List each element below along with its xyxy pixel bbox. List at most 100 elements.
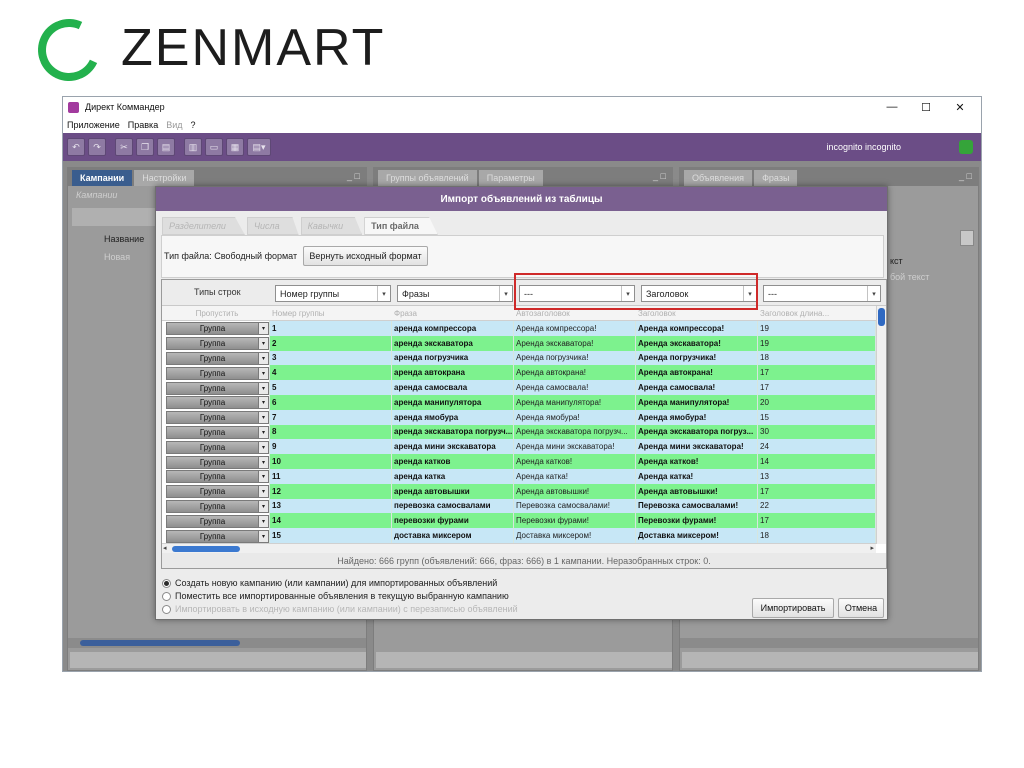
- table-row[interactable]: Группа ▾ 10 аренда катков Аренда катков! Арен…: [162, 454, 876, 469]
- row-type-value[interactable]: Группа: [166, 470, 260, 484]
- table-row[interactable]: Группа ▾ 5 аренда самосвала Аренда самосвала…: [162, 380, 876, 395]
- tab-numbers[interactable]: Числа: [246, 217, 299, 235]
- column-type-select-group[interactable]: Номер группы ▾: [275, 285, 391, 302]
- header-group-number[interactable]: Номер группы: [270, 306, 392, 321]
- table-row[interactable]: Группа ▾ 4 аренда автокрана Аренда автокрана…: [162, 365, 876, 381]
- menu-edit[interactable]: Правка: [128, 120, 158, 130]
- row-type-cell[interactable]: Группа ▾: [162, 335, 270, 351]
- row-type-value[interactable]: Группа: [166, 440, 260, 454]
- tab-ads[interactable]: Объявления: [684, 170, 753, 186]
- minimize-button[interactable]: —: [875, 97, 909, 117]
- revert-format-button[interactable]: Вернуть исходный формат: [303, 246, 428, 266]
- table-row[interactable]: Группа ▾ 7 аренда ямобура Аренда ямобура! Аре…: [162, 409, 876, 425]
- menu-app[interactable]: Приложение: [67, 120, 120, 130]
- option-current-campaign[interactable]: Поместить все импортированные объявления…: [162, 591, 509, 601]
- chevron-down-icon[interactable]: ▾: [259, 322, 269, 336]
- tab-ad-groups[interactable]: Группы объявлений: [378, 170, 477, 186]
- tab-settings[interactable]: Настройки: [134, 170, 195, 186]
- column-type-select-length[interactable]: --- ▾: [763, 285, 881, 302]
- table-row[interactable]: Группа ▾ 11 аренда катка Аренда катка! Аренда…: [162, 469, 876, 484]
- row-type-value[interactable]: Группа: [166, 455, 260, 469]
- radio-icon[interactable]: [162, 591, 171, 601]
- table-row[interactable]: Группа ▾ 6 аренда манипулятора Аренда манипу…: [162, 395, 876, 410]
- horizontal-scroll-thumb[interactable]: [172, 546, 240, 552]
- table-row[interactable]: Группа ▾ 14 перевозки фурами Перевозки фурам…: [162, 513, 876, 529]
- column-type-select-phrases[interactable]: Фразы ▾: [397, 285, 513, 302]
- table-icon[interactable]: ▦: [226, 138, 244, 156]
- radio-icon[interactable]: [162, 578, 171, 588]
- row-type-value[interactable]: Группа: [166, 499, 260, 513]
- option-new-campaign[interactable]: Создать новую кампанию (или кампании) дл…: [162, 578, 497, 588]
- panel-minimize-icon[interactable]: _ □: [959, 171, 972, 181]
- row-type-value[interactable]: Группа: [166, 381, 260, 395]
- scroll-right-icon[interactable]: ▸: [870, 544, 874, 552]
- panel-scroll-thumb[interactable]: [80, 640, 240, 646]
- vertical-scroll-thumb[interactable]: [878, 308, 885, 326]
- header-title-length[interactable]: Заголовок длина...: [758, 306, 876, 321]
- chevron-down-icon[interactable]: ▾: [259, 499, 269, 513]
- table-row[interactable]: Группа ▾ 1 аренда компрессора Аренда компрес…: [162, 321, 876, 336]
- table-row[interactable]: Группа ▾ 9 аренда мини экскаватора Аренда ми…: [162, 439, 876, 455]
- chevron-down-icon[interactable]: ▾: [259, 351, 269, 365]
- row-type-value[interactable]: Группа: [166, 322, 260, 336]
- chevron-down-icon[interactable]: ▾: [259, 411, 269, 425]
- chevron-down-icon[interactable]: ▾: [259, 485, 269, 499]
- row-type-value[interactable]: Группа: [166, 396, 260, 410]
- row-type-value[interactable]: Группа: [166, 411, 260, 425]
- row-type-value[interactable]: Группа: [166, 337, 260, 351]
- tab-campaigns[interactable]: Кампании: [72, 170, 133, 186]
- chevron-down-icon[interactable]: ▾: [259, 425, 269, 439]
- table-row[interactable]: Группа ▾ 12 аренда автовышки Аренда автовышк…: [162, 483, 876, 499]
- cancel-button[interactable]: Отмена: [838, 598, 884, 618]
- table-row[interactable]: Группа ▾ 13 перевозка самосвалами Перевозка …: [162, 498, 876, 514]
- tab-phrases[interactable]: Фразы: [754, 170, 798, 186]
- scroll-left-icon[interactable]: ◂: [163, 544, 167, 552]
- row-type-cell[interactable]: Группа ▾: [162, 409, 270, 425]
- import-button[interactable]: Импортировать: [752, 598, 834, 618]
- tab-file-type[interactable]: Тип файла: [364, 217, 438, 235]
- row-type-value[interactable]: Группа: [166, 485, 260, 499]
- tab-separators[interactable]: Разделители: [162, 217, 245, 235]
- row-type-cell[interactable]: Группа ▾: [162, 469, 270, 484]
- table-row[interactable]: Группа ▾ 8 аренда экскаватора погрузч... Аре…: [162, 424, 876, 440]
- chevron-down-icon[interactable]: ▾: [259, 396, 269, 410]
- row-type-value[interactable]: Группа: [166, 351, 260, 365]
- redo-icon[interactable]: ↷: [88, 138, 106, 156]
- chevron-down-icon[interactable]: ▾: [259, 337, 269, 351]
- tab-parameters[interactable]: Параметры: [478, 170, 543, 186]
- chart-icon[interactable]: ▥: [184, 138, 202, 156]
- panel-minimize-icon[interactable]: _ □: [347, 171, 360, 181]
- chevron-down-icon[interactable]: ▾: [259, 514, 269, 528]
- row-type-value[interactable]: Группа: [166, 366, 260, 380]
- row-type-cell[interactable]: Группа ▾: [162, 350, 270, 366]
- panel-scrollbar[interactable]: [680, 638, 978, 648]
- undo-icon[interactable]: ↶: [67, 138, 85, 156]
- paste-icon[interactable]: ▤: [157, 138, 175, 156]
- chevron-down-icon[interactable]: ▾: [259, 470, 269, 484]
- table-row[interactable]: Группа ▾ 15 доставка миксером Доставка миксе…: [162, 528, 876, 543]
- dropdown-icon[interactable]: ▤▾: [247, 138, 271, 156]
- row-type-cell[interactable]: Группа ▾: [162, 395, 270, 410]
- row-type-cell[interactable]: Группа ▾: [162, 454, 270, 469]
- row-type-cell[interactable]: Группа ▾: [162, 483, 270, 499]
- chevron-down-icon[interactable]: ▾: [259, 366, 269, 380]
- header-phrase[interactable]: Фраза: [392, 306, 514, 321]
- maximize-button[interactable]: ☐: [909, 97, 943, 117]
- row-type-value[interactable]: Группа: [166, 425, 260, 439]
- row-type-value[interactable]: Группа: [166, 514, 260, 528]
- table-row[interactable]: Группа ▾ 2 аренда экскаватора Аренда экскава…: [162, 335, 876, 351]
- chevron-down-icon[interactable]: ▾: [259, 440, 269, 454]
- row-type-cell[interactable]: Группа ▾: [162, 439, 270, 455]
- chevron-down-icon[interactable]: ▾: [259, 529, 269, 543]
- menu-help[interactable]: ?: [191, 120, 196, 130]
- row-type-cell[interactable]: Группа ▾: [162, 365, 270, 381]
- tab-quotes[interactable]: Кавычки: [300, 217, 363, 235]
- minus-box-icon[interactable]: ▭: [205, 138, 223, 156]
- trash-icon[interactable]: [960, 230, 974, 246]
- row-type-cell[interactable]: Группа ▾: [162, 380, 270, 395]
- row-type-cell[interactable]: Группа ▾: [162, 424, 270, 440]
- cut-icon[interactable]: ✂: [115, 138, 133, 156]
- horizontal-scrollbar[interactable]: ◂ ▸: [162, 543, 876, 553]
- vertical-scrollbar[interactable]: [876, 306, 886, 544]
- table-row[interactable]: Группа ▾ 3 аренда погрузчика Аренда погрузчи…: [162, 350, 876, 366]
